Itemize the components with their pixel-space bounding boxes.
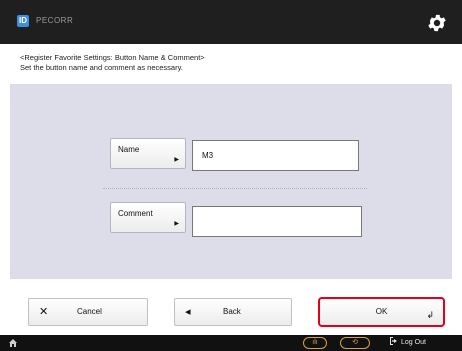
name-button[interactable]: Name ▶ <box>110 138 186 169</box>
cancel-label: Cancel <box>77 307 102 316</box>
arrow-right-icon: ▶ <box>174 157 179 163</box>
home-icon[interactable] <box>8 338 18 348</box>
status-monitor-icon[interactable]: ılı <box>303 337 327 349</box>
enter-icon: ↲ <box>426 310 434 320</box>
form-panel <box>10 84 452 279</box>
close-icon: ✕ <box>39 306 49 318</box>
back-arrow-icon: ◂ <box>185 306 191 318</box>
logout-label: Log Out <box>401 339 426 346</box>
app-icon: ID <box>17 15 29 27</box>
divider <box>103 188 367 189</box>
page-instruction: Set the button name and comment as neces… <box>20 63 183 72</box>
comment-button[interactable]: Comment ▶ <box>110 202 186 233</box>
logout-button[interactable]: Log Out <box>390 337 426 349</box>
status-bar: ılı ⟲ Log Out <box>0 335 462 351</box>
app-name: PECORR <box>36 16 74 25</box>
arrow-right-icon: ▶ <box>174 221 179 227</box>
comment-button-label: Comment <box>118 209 153 218</box>
top-bar: ID PECORR <box>0 0 462 44</box>
ok-button[interactable]: OK ↲ <box>318 297 445 327</box>
name-field[interactable]: M3 <box>192 140 359 171</box>
back-button[interactable]: ◂ Back <box>174 298 292 326</box>
header-text: <Register Favorite Settings: Button Name… <box>20 53 440 73</box>
name-button-label: Name <box>118 145 140 154</box>
energy-saver-icon[interactable]: ⟲ <box>340 337 370 349</box>
ok-label: OK <box>375 307 388 316</box>
back-label: Back <box>223 307 241 316</box>
comment-field[interactable] <box>192 206 362 237</box>
page-title: <Register Favorite Settings: Button Name… <box>20 53 205 62</box>
gear-icon[interactable] <box>426 12 448 34</box>
cancel-button[interactable]: ✕ Cancel <box>28 298 148 326</box>
logout-icon <box>390 337 397 345</box>
